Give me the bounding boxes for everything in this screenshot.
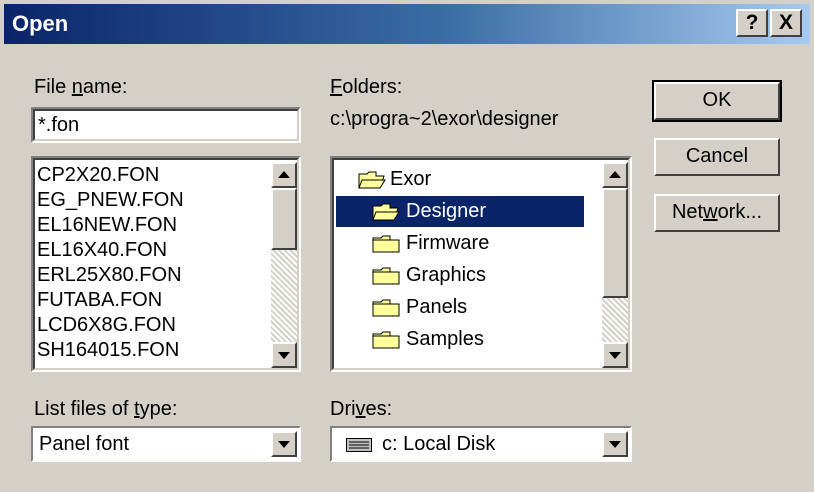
- open-dialog: Open ? X File name: *.fon CP2X20.FON EG_P…: [0, 0, 814, 492]
- drives-value: c: Local Disk: [382, 433, 496, 455]
- file-name-label: File name:: [34, 76, 128, 98]
- file-type-select[interactable]: Panel font: [31, 426, 301, 462]
- file-name-value: *.fon: [38, 114, 80, 136]
- open-folder-icon: [372, 202, 400, 227]
- file-list-item[interactable]: ERL25X80.FON: [37, 264, 182, 287]
- file-name-input[interactable]: *.fon: [31, 107, 301, 143]
- window-title: Open: [12, 11, 69, 36]
- scroll-thumb[interactable]: [271, 188, 297, 250]
- folder-item-label: Designer: [406, 200, 487, 222]
- close-button[interactable]: X: [770, 9, 802, 37]
- scroll-down-button[interactable]: [602, 342, 628, 368]
- folder-tree-scrollbar[interactable]: [602, 162, 628, 368]
- folder-item-label: Exor: [390, 168, 432, 190]
- arrow-up-icon: [278, 171, 290, 178]
- file-list-item[interactable]: CP2X20.FON: [37, 164, 159, 187]
- folder-icon: [372, 330, 400, 355]
- folders-label: Folders:: [330, 76, 403, 98]
- scroll-up-button[interactable]: [271, 162, 297, 188]
- folder-tree[interactable]: Exor Designer Firmware Graphics Panels Sample…: [330, 156, 632, 372]
- file-list-item[interactable]: SH164015.FON: [37, 339, 179, 362]
- file-type-dropdown-button[interactable]: [271, 431, 297, 457]
- scroll-up-button[interactable]: [602, 162, 628, 188]
- folder-item[interactable]: Designer: [336, 196, 584, 227]
- drives-label: Drives:: [330, 398, 393, 420]
- folder-icon: [372, 234, 400, 259]
- file-list-scrollbar[interactable]: [271, 162, 297, 368]
- hard-drive-icon: [346, 438, 372, 452]
- open-folder-icon: [358, 170, 386, 195]
- ok-button[interactable]: OK: [652, 80, 782, 122]
- scroll-down-button[interactable]: [271, 342, 297, 368]
- folder-item[interactable]: Graphics: [336, 260, 584, 291]
- current-folder-path: c:\progra~2\exor\designer: [330, 108, 559, 130]
- file-list-item[interactable]: EG_PNEW.FON: [37, 189, 184, 212]
- folder-item[interactable]: Firmware: [336, 228, 584, 259]
- file-list-item[interactable]: EL16X40.FON: [37, 239, 167, 262]
- drives-dropdown-button[interactable]: [602, 431, 628, 457]
- file-list-item[interactable]: EL16NEW.FON: [37, 214, 177, 237]
- file-list-items: CP2X20.FON EG_PNEW.FON EL16NEW.FON EL16X40.…: [33, 164, 263, 364]
- file-type-label: List files of type:: [34, 398, 178, 420]
- folder-item-label: Graphics: [406, 264, 487, 286]
- folder-item[interactable]: Samples: [336, 324, 584, 355]
- folder-item-label: Firmware: [406, 232, 490, 254]
- cancel-button[interactable]: Cancel: [654, 138, 780, 176]
- folder-tree-items: Exor Designer Firmware Graphics Panels Sample…: [332, 164, 592, 364]
- folder-icon: [372, 266, 400, 291]
- drives-select[interactable]: c: Local Disk: [330, 426, 632, 462]
- file-list[interactable]: CP2X20.FON EG_PNEW.FON EL16NEW.FON EL16X40.…: [31, 156, 301, 372]
- file-list-item[interactable]: FUTABA.FON: [37, 289, 162, 312]
- folder-item-label: Samples: [406, 328, 484, 350]
- file-list-item[interactable]: LCD6X8G.FON: [37, 314, 176, 337]
- title-bar[interactable]: Open ? X: [4, 4, 810, 44]
- arrow-down-icon: [278, 352, 290, 359]
- arrow-down-icon: [609, 352, 621, 359]
- help-button[interactable]: ?: [736, 9, 768, 37]
- scroll-thumb[interactable]: [602, 188, 628, 298]
- folder-icon: [372, 298, 400, 323]
- arrow-up-icon: [609, 171, 621, 178]
- network-button[interactable]: Network...: [654, 194, 780, 232]
- folder-item[interactable]: Panels: [336, 292, 584, 323]
- file-type-value: Panel font: [39, 433, 130, 455]
- folder-item[interactable]: Exor: [336, 164, 584, 195]
- chevron-down-icon: [278, 441, 290, 448]
- chevron-down-icon: [609, 441, 621, 448]
- folder-item-label: Panels: [406, 296, 468, 318]
